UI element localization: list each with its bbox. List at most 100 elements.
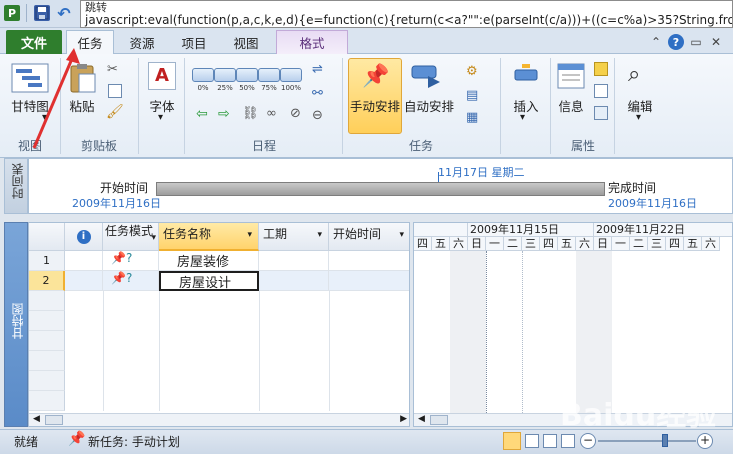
row-number[interactable] [29, 371, 65, 391]
mark-on-track-icon[interactable]: ⇌ [312, 62, 323, 77]
row-number[interactable] [29, 391, 65, 411]
progress-75-icon[interactable] [258, 68, 280, 82]
insert-task-icon[interactable] [512, 62, 540, 90]
save-icon[interactable] [34, 5, 50, 21]
scroll-left-icon[interactable]: ◀ [33, 414, 40, 424]
scroll-thumb[interactable] [45, 415, 63, 425]
day-header: 五 [558, 237, 576, 251]
chevron-down-icon[interactable]: ▾ [317, 230, 322, 240]
day-header: 四 [666, 237, 684, 251]
progress-25-icon[interactable] [214, 68, 236, 82]
ready-status: 就绪 [14, 435, 39, 449]
row-number[interactable] [29, 331, 65, 351]
cut-icon[interactable]: ✂ [107, 62, 118, 77]
task-name-header[interactable]: 任务名称 ▾ [159, 223, 259, 251]
task-name-cell[interactable]: 房屋设计 [159, 271, 259, 291]
add-to-timeline-icon[interactable] [594, 106, 608, 120]
zoom-in-icon[interactable]: + [697, 433, 713, 449]
tab-view[interactable]: 视图 [222, 30, 270, 54]
link-tasks-icon[interactable]: ⛓ [242, 106, 259, 121]
chevron-down-icon[interactable]: ▾ [636, 112, 641, 123]
task-usage-shortcut-icon[interactable] [525, 434, 539, 448]
auto-schedule-icon[interactable] [410, 62, 444, 90]
task-name-cell[interactable]: 房屋装修 [159, 251, 259, 271]
respect-links-icon[interactable]: ⚯ [312, 86, 323, 101]
mode-icon[interactable]: ▦ [466, 110, 478, 125]
start-cell[interactable] [329, 271, 409, 291]
inactivate-icon[interactable]: ⊖ [312, 108, 323, 123]
timeline-bar[interactable] [156, 182, 605, 196]
start-cell[interactable] [329, 251, 409, 271]
unlink-tasks-icon[interactable]: ∞ [266, 106, 277, 121]
information-button[interactable]: 信息 [552, 96, 590, 115]
binoculars-icon[interactable]: ⌕ [628, 62, 640, 87]
gantt-view-shortcut-icon[interactable] [503, 432, 521, 450]
minimize-icon[interactable]: ▭ [688, 34, 704, 50]
scroll-left-icon[interactable]: ◀ [418, 414, 425, 424]
zoom-out-icon[interactable]: − [580, 433, 596, 449]
progress-100-icon[interactable] [280, 68, 302, 82]
indicators-header[interactable]: i [65, 223, 103, 251]
notes-icon[interactable] [594, 62, 608, 76]
chevron-down-icon[interactable]: ▾ [151, 232, 156, 244]
copy-icon[interactable] [108, 84, 122, 98]
tab-resource[interactable]: 资源 [118, 30, 166, 54]
indent-icon[interactable]: ⇨ [218, 106, 230, 122]
resource-sheet-shortcut-icon[interactable] [561, 434, 575, 448]
gantt-side-tab[interactable]: 甘特图 [4, 222, 28, 427]
row-number[interactable] [29, 291, 65, 311]
new-task-mode-status[interactable]: 新任务: 手动计划 [88, 433, 180, 450]
zoom-slider-thumb[interactable] [662, 434, 668, 447]
close-icon[interactable]: ✕ [708, 34, 724, 50]
properties-group-label: 属性 [570, 139, 595, 153]
inspect-icon[interactable]: ⚙ [466, 64, 478, 79]
scroll-right-icon[interactable]: ▶ [400, 414, 407, 424]
split-task-icon[interactable]: ⊘ [290, 106, 301, 121]
start-header[interactable]: 开始时间 ▾ [329, 223, 409, 251]
details-icon[interactable] [594, 84, 608, 98]
duration-cell[interactable] [259, 251, 329, 271]
row-number[interactable]: 2 [29, 271, 65, 291]
day-header: 日 [594, 237, 612, 251]
zoom-slider-track[interactable] [598, 440, 696, 442]
timeline-side-tab[interactable]: 时间表 [4, 158, 28, 214]
auto-schedule-button[interactable]: 自动安排 [402, 96, 456, 115]
timeline-finish-label: 完成时间 [608, 181, 657, 195]
team-planner-shortcut-icon[interactable] [543, 434, 557, 448]
chevron-down-icon[interactable]: ▾ [520, 112, 525, 123]
indicator-cell[interactable] [65, 251, 103, 271]
tab-format[interactable]: 格式 [276, 30, 348, 54]
tab-project[interactable]: 项目 [170, 30, 218, 54]
progress-0-icon[interactable] [192, 68, 214, 82]
duration-header[interactable]: 工期 ▾ [259, 223, 329, 251]
chevron-down-icon[interactable]: ▾ [247, 230, 252, 240]
manual-mode-icon[interactable]: 📌? [103, 251, 159, 271]
indicator-cell[interactable] [65, 271, 103, 291]
grid-horizontal-scrollbar[interactable]: ◀ ▶ [29, 413, 409, 426]
row-number[interactable] [29, 311, 65, 331]
duration-header-label: 工期 [263, 227, 288, 241]
weekend-shade [468, 251, 486, 421]
manual-mode-icon[interactable]: 📌? [103, 271, 159, 291]
row-number[interactable]: 1 [29, 251, 65, 271]
insert-button[interactable]: 插入 [504, 96, 548, 115]
select-all-cell[interactable] [29, 223, 65, 251]
day-header: 三 [648, 237, 666, 251]
progress-50-icon[interactable] [236, 68, 258, 82]
day-header: 四 [540, 237, 558, 251]
font-icon[interactable]: A [148, 62, 176, 90]
outdent-icon[interactable]: ⇦ [196, 106, 208, 122]
format-painter-icon[interactable]: 🖌 [106, 104, 124, 120]
chevron-down-icon[interactable]: ▾ [158, 112, 163, 123]
task-mode-header[interactable]: 任务模式 ▾ [103, 223, 159, 251]
information-icon[interactable] [556, 62, 586, 90]
row-number[interactable] [29, 351, 65, 371]
manual-schedule-label: 手动安排 [349, 99, 400, 114]
undo-icon[interactable]: ↶ [56, 4, 72, 23]
help-icon[interactable]: ? [668, 34, 684, 50]
duration-cell[interactable] [259, 271, 329, 291]
chevron-down-icon[interactable]: ▾ [399, 230, 404, 240]
move-icon[interactable]: ▤ [466, 88, 478, 103]
collapse-ribbon-icon[interactable]: ⌃ [648, 34, 664, 50]
scroll-thumb[interactable] [430, 415, 448, 425]
